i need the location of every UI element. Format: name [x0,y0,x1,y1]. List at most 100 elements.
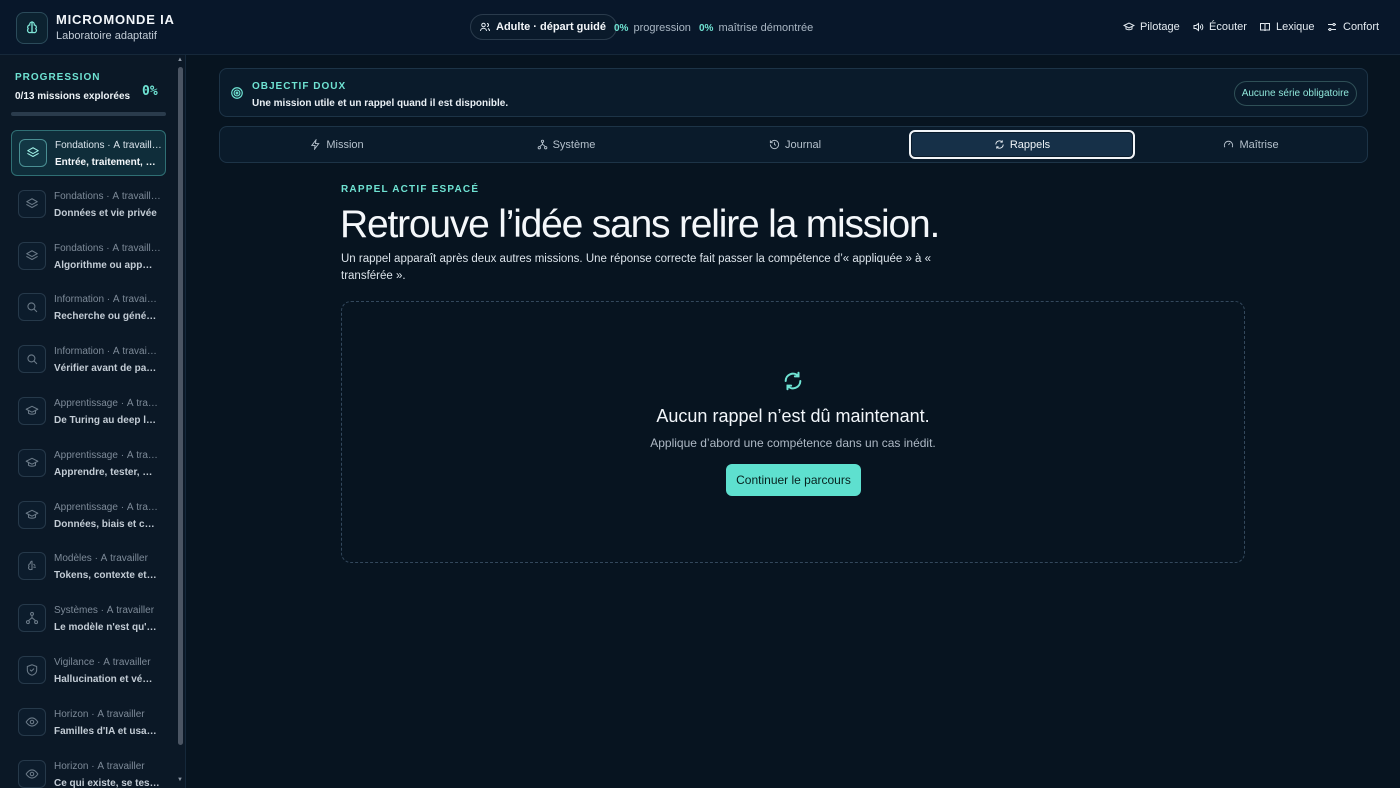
objective-description: Une mission utile et un rappel quand il … [252,98,509,109]
graduation-cap-icon [18,500,46,529]
tab-mission[interactable]: Mission [224,130,450,159]
objective-title: OBJECTIF DOUX [252,81,347,92]
app-subtitle: Laboratoire adaptatif [56,30,157,42]
mission-category: Horizon · À travailler [54,708,145,720]
profile-label: Adulte · départ guidé [496,21,606,33]
nav-confort[interactable]: Confort [1326,21,1379,33]
progress-title: PROGRESSION [15,72,101,83]
mission-category: Apprentissage · À tra… [54,449,158,461]
brain-icon [18,552,46,581]
sidebar-mission-item[interactable]: Modèles · À travailler Tokens, contexte e… [11,544,166,590]
empty-state-card: Aucun rappel n’est dû maintenant. Appliq… [341,301,1245,563]
mission-category: Information · À travai… [54,294,157,306]
mission-category: Fondations · À travaill… [54,190,161,202]
mission-title: Ce qui existe, se tes… [54,777,160,788]
sidebar-mission-item[interactable]: Fondations · À travaill… Entrée, traiteme… [11,130,166,176]
brain-logo-icon [16,12,48,44]
sidebar-mission-item[interactable]: Fondations · À travaill… Données et vie p… [11,182,166,228]
sidebar-mission-item[interactable]: Apprentissage · À tra… De Turing au deep … [11,389,166,435]
section-eyebrow: RAPPEL ACTIF ESPACÉ [341,184,480,195]
network-icon [18,604,46,633]
speaker-icon [1192,21,1204,33]
network-icon [537,139,548,150]
no-streak-badge[interactable]: Aucune série obligatoire [1233,81,1357,106]
mission-category: Fondations · À travaill… [55,140,162,151]
tab-journal[interactable]: Journal [682,130,908,159]
gauge-icon [1223,139,1234,150]
tab-rappels[interactable]: Rappels [909,130,1135,159]
graduation-cap-icon [18,397,46,425]
mission-title: Recherche ou géné… [54,311,157,323]
search-icon [18,293,46,322]
app-title: MICROMONDE IA [56,12,175,27]
sidebar-mission-item[interactable]: Apprentissage · À tra… Apprendre, tester,… [11,441,166,487]
scroll-down-arrow[interactable]: ▼ [177,777,183,783]
mission-category: Horizon · À travailler [54,760,145,772]
tab-label: Système [552,138,596,151]
sidebar-mission-item[interactable]: Vigilance · À travailler Hallucination et… [11,648,166,694]
mission-title: Données et vie privée [54,207,157,219]
profile-selector-button[interactable]: Adulte · départ guidé [470,14,617,40]
mission-title: Familles d'IA et usa… [54,725,157,737]
nav-pilotage[interactable]: Pilotage [1123,21,1180,33]
mission-title: Algorithme ou app… [54,259,153,271]
graduation-cap-icon [18,448,46,477]
scroll-up-arrow[interactable]: ▲ [177,57,183,63]
empty-state-subtitle: Applique d’abord une compétence dans un … [650,436,936,450]
mastery-value: 0% [699,22,714,34]
tab-label: Journal [784,138,822,151]
sliders-icon [1326,21,1338,33]
objective-banner: OBJECTIF DOUX Une mission utile et un ra… [219,68,1368,117]
tab-systeme[interactable]: Système [453,130,679,159]
progress-bar [11,112,166,116]
nav-label: Confort [1343,21,1380,33]
continue-button[interactable]: Continuer le parcours [726,464,861,496]
empty-state-title: Aucun rappel n’est dû maintenant. [656,406,930,426]
target-icon [230,86,244,100]
mission-title: Tokens, contexte et… [54,570,157,582]
layers-icon [19,139,47,167]
sidebar-mission-item[interactable]: Horizon · À travailler Familles d'IA et u… [11,700,166,746]
page-description: Un rappel apparaît après deux autres mis… [341,253,932,282]
mission-category: Information · À travai… [54,346,157,358]
sidebar-scrollbar-thumb[interactable] [178,67,183,745]
mission-title: Hallucination et vé… [54,674,153,685]
progress-stat: 0% progression [614,22,691,34]
sidebar: PROGRESSION 0/13 missions explorées 0% F… [0,55,186,788]
sidebar-mission-item[interactable]: Systèmes · À travailler Le modèle n'est q… [11,596,166,642]
nav-label: Écouter [1209,21,1247,33]
search-icon [18,345,46,374]
top-bar: MICROMONDE IA Laboratoire adaptatif Adul… [0,0,1400,55]
sidebar-mission-item[interactable]: Fondations · À travaill… Algorithme ou ap… [11,234,166,280]
refresh-icon [994,139,1005,150]
mission-category: Systèmes · À travailler [54,605,155,617]
mission-title: Entrée, traitement, … [55,157,156,168]
history-icon [769,139,780,150]
mission-category: Modèles · À travailler [54,553,148,565]
sidebar-mission-item[interactable]: Apprentissage · À tra… Données, biais et … [11,493,166,539]
nav-label: Lexique [1276,21,1315,33]
mastery-stat: 0% maîtrise démontrée [699,22,813,34]
layers-icon [18,241,46,270]
tab-maitrise[interactable]: Maîtrise [1138,130,1364,159]
mission-title: Apprendre, tester, … [54,466,153,478]
sidebar-mission-item[interactable]: Information · À travai… Recherche ou géné… [11,285,166,331]
nav-label: Pilotage [1140,21,1180,33]
tab-label: Maîtrise [1239,138,1279,151]
mission-title: De Turing au deep l… [54,415,157,426]
eye-icon [18,707,46,736]
sidebar-mission-item[interactable]: Information · À travai… Vérifier avant de… [11,337,166,383]
mission-category: Apprentissage · À tra… [54,501,158,513]
mastery-label: maîtrise démontrée [718,22,814,34]
progress-label: progression [633,22,691,34]
tab-label: Mission [326,138,364,151]
layers-icon [18,189,46,218]
nav-ecouter[interactable]: Écouter [1192,21,1247,33]
mission-title: Le modèle n'est qu'… [54,622,157,634]
sidebar-mission-item[interactable]: Horizon · À travailler Ce qui existe, se … [11,752,166,788]
book-icon [1259,21,1271,33]
mission-category: Apprentissage · À tra… [54,398,158,409]
page-title: Retrouve l’idée sans relire la mission. [340,203,940,246]
nav-lexique[interactable]: Lexique [1259,21,1315,33]
lightning-icon [310,139,321,150]
